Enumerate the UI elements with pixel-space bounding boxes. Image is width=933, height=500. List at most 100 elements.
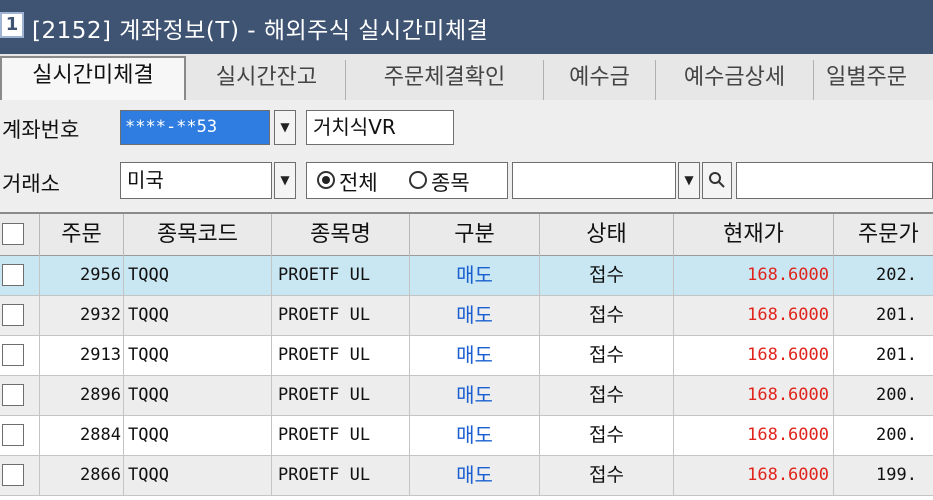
current-price-cell: 168.6000 <box>674 256 834 295</box>
header-current-price[interactable]: 현재가 <box>674 214 834 256</box>
stock-search-button[interactable] <box>702 162 732 199</box>
stock-name-cell: PROETF UL <box>272 456 410 495</box>
stock-code-cell: TQQQ <box>124 336 272 375</box>
tab-deposit-detail[interactable]: 예수금상세 <box>656 60 814 100</box>
row-checkbox-cell <box>0 336 40 375</box>
exchange-dropdown-button[interactable]: ▼ <box>274 162 296 199</box>
order-number-cell: 2932 <box>40 296 124 335</box>
exchange-label: 거래소 <box>2 172 60 196</box>
stock-code-cell: TQQQ <box>124 456 272 495</box>
row-checkbox-cell <box>0 456 40 495</box>
account-label: 계좌번호 <box>2 118 80 142</box>
header-name[interactable]: 종목명 <box>272 214 410 256</box>
table-header: 주문 종목코드 종목명 구분 상태 현재가 주문가 <box>0 212 933 256</box>
status-cell: 접수 <box>540 416 674 455</box>
row-checkbox[interactable] <box>2 384 24 406</box>
order-price-cell: 201. <box>876 345 917 365</box>
row-checkbox[interactable] <box>2 304 24 326</box>
side-cell: 매도 <box>410 456 540 495</box>
row-checkbox[interactable] <box>2 344 24 366</box>
table-row[interactable]: 2866 TQQQ PROETF UL 매도 접수 168.6000 199. <box>0 456 933 496</box>
order-number-cell: 2956 <box>40 256 124 295</box>
tab-order-fill-check[interactable]: 주문체결확인 <box>346 60 544 100</box>
account-number-field[interactable]: ****-**53 <box>120 110 270 145</box>
header-status[interactable]: 상태 <box>540 214 674 256</box>
radio-all[interactable] <box>317 171 335 189</box>
header-order-price[interactable]: 주문가 <box>834 214 933 256</box>
order-price-cell: 200. <box>876 385 917 405</box>
tab-deposit[interactable]: 예수금 <box>544 60 656 100</box>
stock-code-cell: TQQQ <box>124 256 272 295</box>
row-checkbox[interactable] <box>2 464 24 486</box>
current-price-cell: 168.6000 <box>674 336 834 375</box>
current-price-cell: 168.6000 <box>674 416 834 455</box>
stock-code-cell: TQQQ <box>124 296 272 335</box>
scope-radio-group: 전체 종목 <box>306 162 508 199</box>
stock-code-cell: TQQQ <box>124 376 272 415</box>
table-row[interactable]: 2932 TQQQ PROETF UL 매도 접수 168.6000 201. <box>0 296 933 336</box>
unfilled-orders-table: 주문 종목코드 종목명 구분 상태 현재가 주문가 2956 TQQQ PROETF… <box>0 212 933 500</box>
row-checkbox-cell <box>0 416 40 455</box>
order-number-cell: 2913 <box>40 336 124 375</box>
chevron-down-icon: ▼ <box>280 120 290 134</box>
radio-stock[interactable] <box>409 171 427 189</box>
stock-code-cell: TQQQ <box>124 416 272 455</box>
status-cell: 접수 <box>540 256 674 295</box>
stock-name-cell: PROETF UL <box>272 416 410 455</box>
tab-realtime-balance[interactable]: 실시간잔고 <box>188 60 346 100</box>
select-all-checkbox[interactable] <box>2 223 24 245</box>
current-price-cell: 168.6000 <box>674 296 834 335</box>
row-checkbox-cell <box>0 376 40 415</box>
row-checkbox[interactable] <box>2 424 24 446</box>
table-row[interactable]: 2913 TQQQ PROETF UL 매도 접수 168.6000 201. <box>0 336 933 376</box>
status-cell: 접수 <box>540 456 674 495</box>
magnifier-icon <box>709 171 725 188</box>
tab-bar: 실시간미체결 실시간잔고 주문체결확인 예수금 예수금상세 일별주문 <box>0 54 933 102</box>
window-title: [2152] 계좌정보(T) - 해외주식 실시간미체결 <box>32 18 489 44</box>
exchange-select[interactable]: 미국 <box>120 162 272 199</box>
radio-all-label: 전체 <box>339 171 378 195</box>
side-cell: 매도 <box>410 336 540 375</box>
header-code[interactable]: 종목코드 <box>124 214 272 256</box>
account-name-field: 거치식VR <box>306 110 454 145</box>
chevron-down-icon: ▼ <box>280 173 290 187</box>
stock-code-input[interactable] <box>512 162 676 199</box>
side-cell: 매도 <box>410 296 540 335</box>
order-price-cell: 199. <box>876 465 917 485</box>
status-cell: 접수 <box>540 336 674 375</box>
table-row[interactable]: 2956 TQQQ PROETF UL 매도 접수 168.6000 202. <box>0 256 933 296</box>
order-price-cell: 201. <box>876 305 917 325</box>
side-cell: 매도 <box>410 256 540 295</box>
order-price-cell: 200. <box>876 425 917 445</box>
row-checkbox-cell <box>0 256 40 295</box>
stock-name-field <box>736 162 933 199</box>
order-number-cell: 2866 <box>40 456 124 495</box>
row-checkbox-cell <box>0 296 40 335</box>
title-bar: 1 [2152] 계좌정보(T) - 해외주식 실시간미체결 <box>0 0 933 54</box>
order-price-cell: 202. <box>876 265 917 285</box>
chevron-down-icon: ▼ <box>684 173 694 187</box>
stock-name-cell: PROETF UL <box>272 376 410 415</box>
stock-name-cell: PROETF UL <box>272 336 410 375</box>
window-number-badge[interactable]: 1 <box>0 12 24 38</box>
stock-name-cell: PROETF UL <box>272 256 410 295</box>
current-price-cell: 168.6000 <box>674 376 834 415</box>
table-row[interactable]: 2896 TQQQ PROETF UL 매도 접수 168.6000 200. <box>0 376 933 416</box>
side-cell: 매도 <box>410 376 540 415</box>
row-checkbox[interactable] <box>2 264 24 286</box>
order-number-cell: 2884 <box>40 416 124 455</box>
current-price-cell: 168.6000 <box>674 456 834 495</box>
order-number-cell: 2896 <box>40 376 124 415</box>
table-row[interactable]: 2884 TQQQ PROETF UL 매도 접수 168.6000 200. <box>0 416 933 456</box>
radio-stock-label: 종목 <box>431 171 470 195</box>
stock-name-cell: PROETF UL <box>272 296 410 335</box>
header-order[interactable]: 주문 <box>40 214 124 256</box>
select-all-cell <box>0 214 40 256</box>
tab-daily-order[interactable]: 일별주문 <box>814 60 933 100</box>
status-cell: 접수 <box>540 376 674 415</box>
header-side[interactable]: 구분 <box>410 214 540 256</box>
stock-dropdown-button[interactable]: ▼ <box>678 162 700 199</box>
side-cell: 매도 <box>410 416 540 455</box>
tab-realtime-unfilled[interactable]: 실시간미체결 <box>0 56 186 102</box>
account-dropdown-button[interactable]: ▼ <box>274 110 296 145</box>
